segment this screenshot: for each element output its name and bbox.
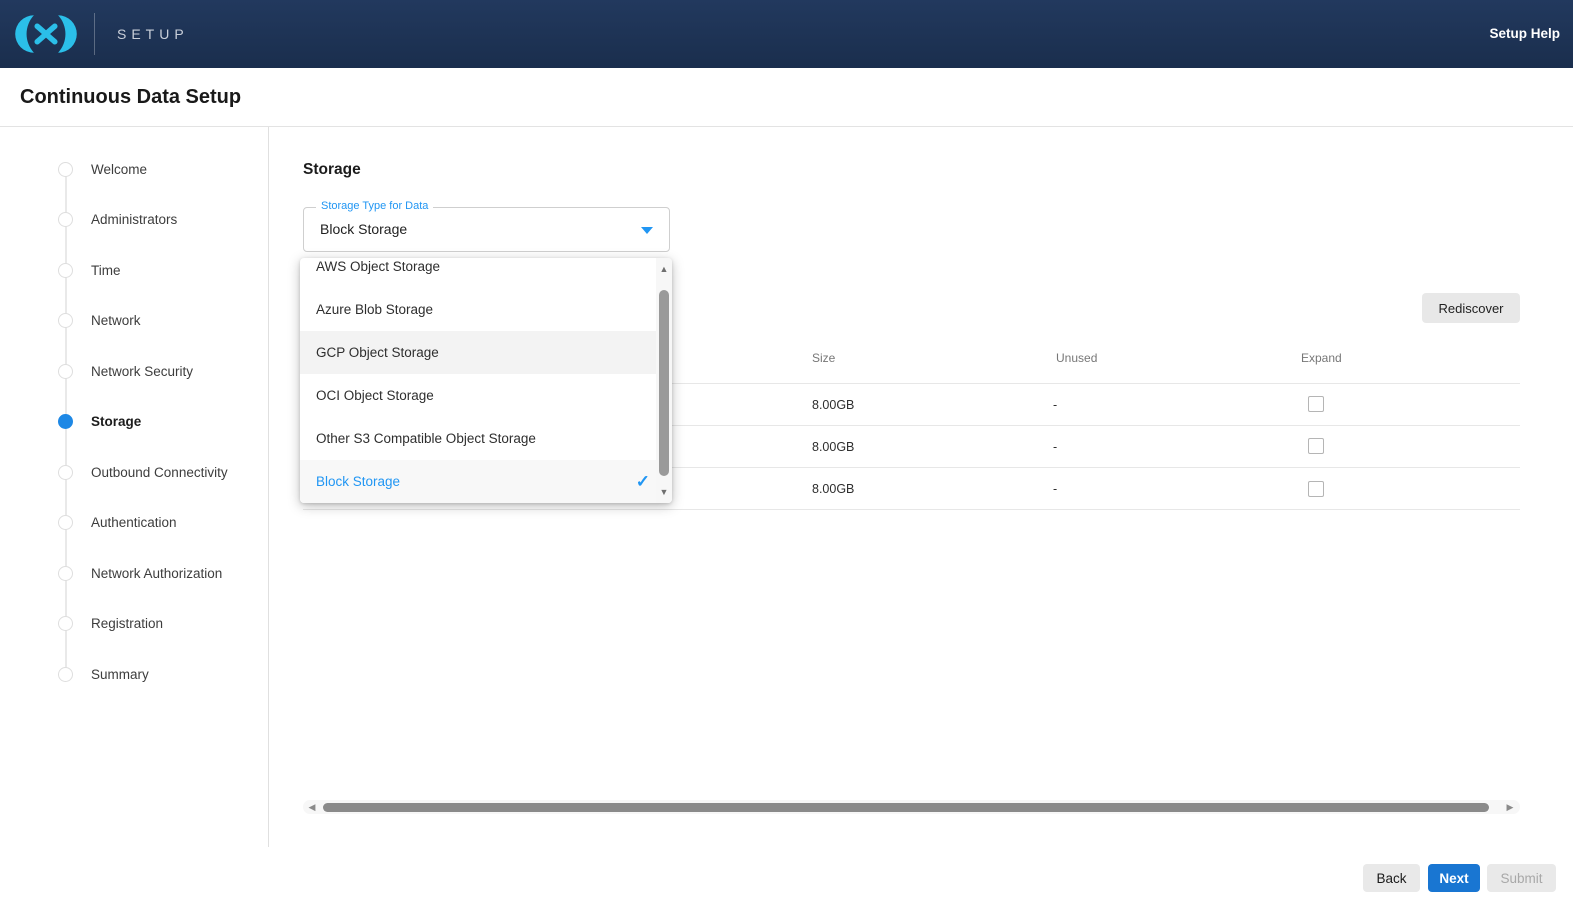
step-label: Network Security [91,364,193,379]
step-circle-icon [58,616,73,631]
option-block-storage[interactable]: Block Storage ✓ [300,460,672,503]
setup-help-link[interactable]: Setup Help [1489,26,1560,41]
scroll-right-icon[interactable]: ▶ [1503,800,1517,814]
storage-type-dropdown-menu: AWS Object Storage Azure Blob Storage GC… [300,258,672,503]
section-title: Storage [303,161,361,179]
unused-cell: - [1053,398,1057,412]
horizontal-scrollbar-thumb[interactable] [323,803,1489,812]
step-circle-icon [58,212,73,227]
table-divider [303,509,1520,510]
column-header-unused: Unused [1056,351,1097,365]
step-circle-icon [58,364,73,379]
submit-button[interactable]: Submit [1487,864,1556,892]
unused-cell: - [1053,482,1057,496]
sidebar-item-network[interactable]: Network [58,313,141,329]
storage-type-select[interactable]: Storage Type for Data Block Storage [303,207,670,252]
option-gcp-object-storage[interactable]: GCP Object Storage [300,331,672,374]
step-label: Storage [91,414,141,429]
step-label: Network Authorization [91,566,222,581]
size-cell: 8.00GB [812,398,854,412]
dropdown-scrollbar-track[interactable]: ▲ ▼ [656,258,672,503]
scroll-left-icon[interactable]: ◀ [305,800,319,814]
sidebar-item-administrators[interactable]: Administrators [58,212,177,228]
expand-checkbox[interactable] [1308,481,1324,497]
step-circle-icon [58,566,73,581]
step-label: Summary [91,667,149,682]
sidebar-divider [268,127,269,847]
option-azure-blob-storage[interactable]: Azure Blob Storage [300,288,672,331]
step-label: Administrators [91,212,177,227]
option-oci-object-storage[interactable]: OCI Object Storage [300,374,672,417]
expand-checkbox[interactable] [1308,396,1324,412]
setup-app: SETUP Setup Help Continuous Data Setup W… [0,0,1573,898]
step-label: Outbound Connectivity [91,465,228,480]
option-aws-object-storage[interactable]: AWS Object Storage [300,258,672,288]
back-button[interactable]: Back [1363,864,1420,892]
size-cell: 8.00GB [812,440,854,454]
column-header-size: Size [812,351,835,365]
sidebar-item-registration[interactable]: Registration [58,616,163,632]
delphix-logo-icon [10,12,82,56]
sidebar-item-authentication[interactable]: Authentication [58,515,177,531]
horizontal-scrollbar-track[interactable]: ◀ ▶ [303,800,1520,814]
sidebar-item-network-security[interactable]: Network Security [58,363,193,379]
step-circle-icon [58,667,73,682]
step-circle-icon [58,162,73,177]
sidebar-item-summary[interactable]: Summary [58,666,149,682]
step-circle-icon [58,515,73,530]
sidebar-item-time[interactable]: Time [58,262,121,278]
unused-cell: - [1053,440,1057,454]
expand-checkbox[interactable] [1308,438,1324,454]
step-label: Network [91,313,141,328]
page-title: Continuous Data Setup [20,68,241,127]
next-button[interactable]: Next [1428,864,1480,892]
select-value: Block Storage [320,208,407,251]
dropdown-scrollbar-thumb[interactable] [659,290,669,476]
brand-divider [94,13,95,55]
step-circle-icon [58,313,73,328]
option-label: Block Storage [316,474,400,489]
dropdown-option-list: AWS Object Storage Azure Blob Storage GC… [300,258,672,503]
step-circle-icon [58,465,73,480]
step-circle-active-icon [58,414,73,429]
size-cell: 8.00GB [812,482,854,496]
page-header: Continuous Data Setup [0,68,1573,127]
column-header-expand: Expand [1301,351,1342,365]
top-bar: SETUP Setup Help [0,0,1573,68]
sidebar-item-outbound-connectivity[interactable]: Outbound Connectivity [58,464,228,480]
caret-down-icon[interactable] [641,227,653,234]
sidebar-item-welcome[interactable]: Welcome [58,161,147,177]
rediscover-button[interactable]: Rediscover [1422,293,1520,323]
scroll-down-icon[interactable]: ▼ [656,485,672,499]
step-label: Time [91,263,121,278]
step-label: Registration [91,616,163,631]
sidebar-item-storage[interactable]: Storage [58,414,141,430]
brand-setup-label: SETUP [117,26,189,42]
step-circle-icon [58,263,73,278]
step-label: Authentication [91,515,177,530]
sidebar-item-network-authorization[interactable]: Network Authorization [58,565,222,581]
option-other-s3-compatible[interactable]: Other S3 Compatible Object Storage [300,417,672,460]
step-label: Welcome [91,162,147,177]
check-icon: ✓ [636,472,650,492]
scroll-up-icon[interactable]: ▲ [656,262,672,276]
